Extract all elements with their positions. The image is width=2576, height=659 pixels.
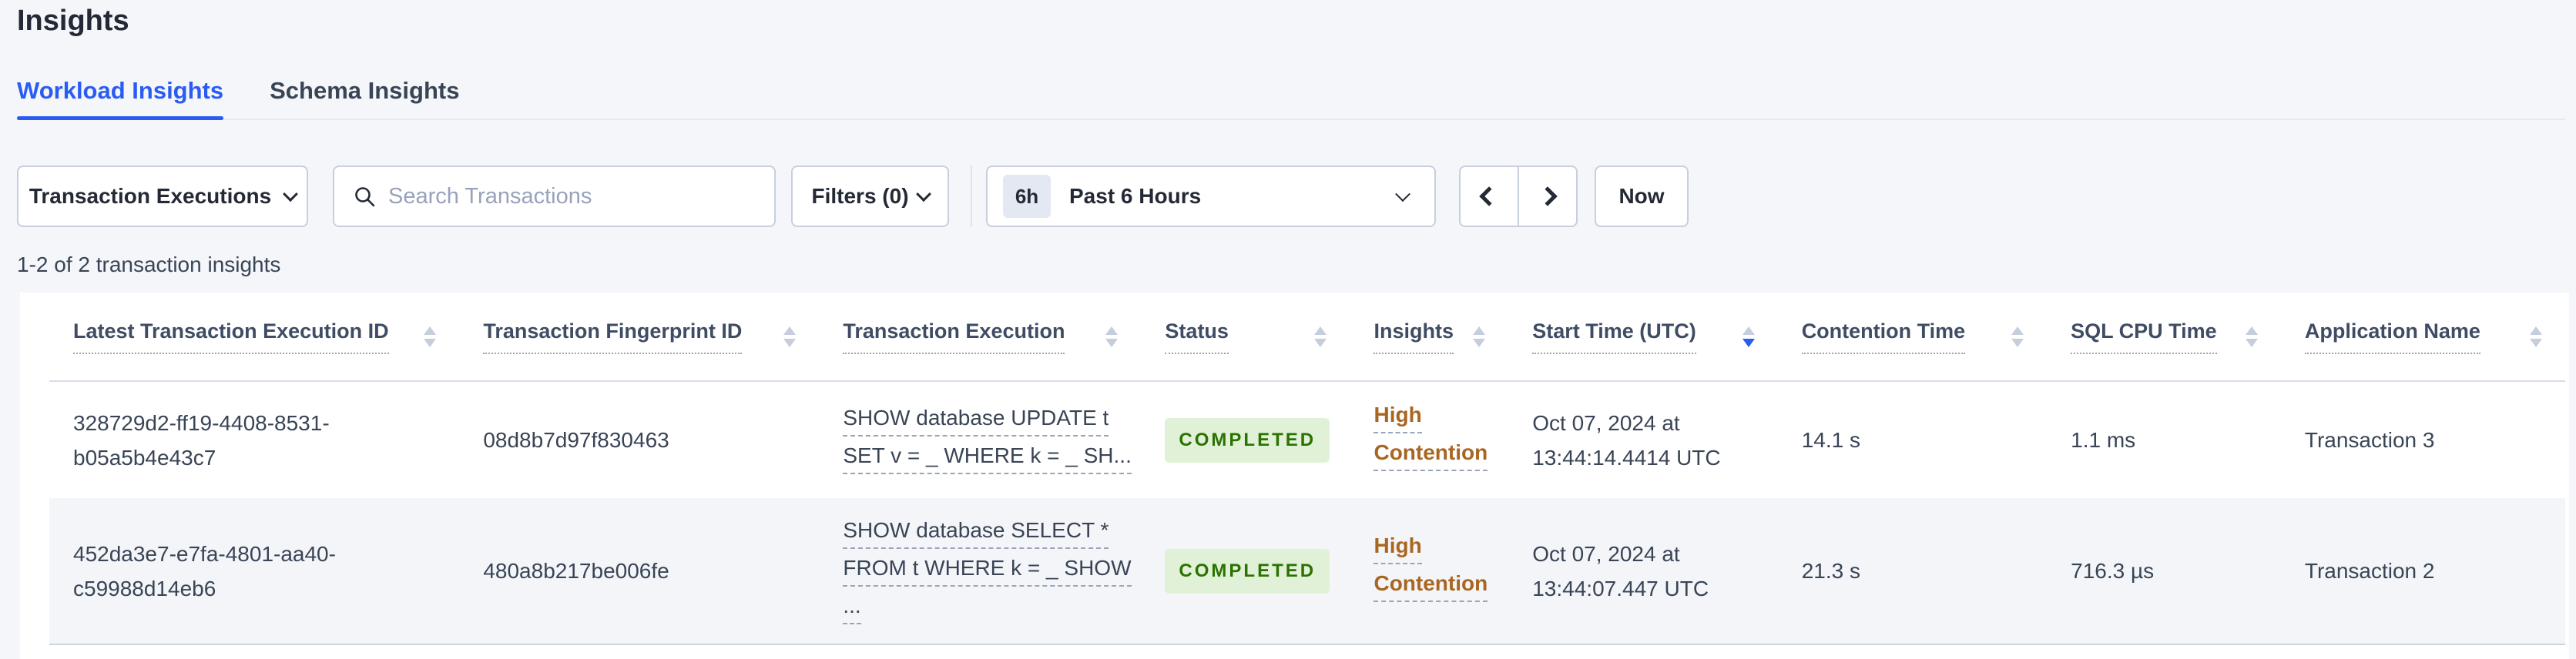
cell-insight-high-contention[interactable]: High Contention [1350, 498, 1509, 645]
chevron-down-icon [283, 186, 299, 202]
time-next-button[interactable] [1518, 166, 1578, 227]
time-range-badge: 6h [1003, 175, 1051, 218]
cell-execution-id: 328729d2-ff19-4408-8531- b05a5b4e43c7 [73, 410, 330, 470]
column-label: Transaction Fingerprint ID [483, 319, 743, 354]
cell-sql-cpu-time: 716.3 µs [2047, 498, 2281, 645]
column-label: Start Time (UTC) [1532, 319, 1696, 354]
cell-execution-id: 452da3e7-e7fa-4801-aa40- c59988d14eb6 [49, 498, 460, 645]
table-row: 328729d2-ff19-4408-8531- b05a5b4e43c7 08… [49, 381, 2565, 498]
filters-label: Filters (0) [811, 184, 909, 208]
status-badge: COMPLETED [1165, 548, 1330, 594]
now-button[interactable]: Now [1595, 166, 1689, 227]
search-input[interactable] [388, 183, 759, 209]
column-header-application-name[interactable]: Application Name [2280, 293, 2565, 382]
column-label: Latest Transaction Execution ID [73, 319, 389, 354]
cell-status: COMPLETED [1141, 381, 1350, 498]
column-header-status[interactable]: Status [1141, 293, 1350, 382]
cell-sql-cpu-time: 1.1 ms [2071, 427, 2136, 452]
time-nav [1459, 166, 1578, 227]
results-count: 1-2 of 2 transaction insights [17, 253, 281, 276]
column-label: Transaction Execution [843, 319, 1065, 354]
sort-caret-icon[interactable] [2530, 326, 2542, 347]
sort-caret-icon[interactable] [2245, 326, 2258, 347]
execution-type-select[interactable]: Transaction Executions [17, 166, 308, 227]
filters-button[interactable]: Filters (0) [791, 166, 949, 227]
column-label: Application Name [2304, 319, 2480, 354]
cell-contention-time: 14.1 s [1801, 427, 1860, 452]
time-prev-button[interactable] [1459, 166, 1518, 227]
cell-application-name: Transaction 3 [2304, 427, 2435, 452]
page-title: Insights [17, 5, 129, 37]
chevron-left-icon [1479, 186, 1499, 206]
column-label: Contention Time [1801, 319, 1966, 354]
time-range-picker[interactable]: 6h Past 6 Hours [986, 166, 1436, 227]
sort-caret-icon-active-desc[interactable] [1742, 326, 1755, 347]
chevron-right-icon [1538, 186, 1558, 206]
column-header-latest-transaction-execution-id[interactable]: Latest Transaction Execution ID [49, 293, 460, 382]
column-header-transaction-execution[interactable]: Transaction Execution [819, 293, 1142, 382]
insights-table: Latest Transaction Execution ID Transact… [49, 293, 2565, 645]
column-header-start-time[interactable]: Start Time (UTC) [1508, 293, 1778, 382]
table-row: 452da3e7-e7fa-4801-aa40- c59988d14eb6 48… [49, 498, 2565, 645]
cell-fingerprint-id: 480a8b217be006fe [459, 498, 820, 645]
sort-caret-icon[interactable] [1473, 326, 1486, 347]
sort-caret-icon[interactable] [783, 326, 797, 347]
cell-transaction-execution-link[interactable]: SHOW database UPDATE t SET v = _ WHERE k… [819, 381, 1141, 498]
cell-application-name: Transaction 2 [2280, 498, 2565, 645]
execution-type-label: Transaction Executions [29, 184, 272, 208]
toolbar: Transaction Executions Filters (0) 6h Pa… [17, 166, 1689, 227]
insights-page: Insights Workload Insights Schema Insigh… [0, 0, 2576, 659]
column-header-contention-time[interactable]: Contention Time [1777, 293, 2048, 382]
header-row: Latest Transaction Execution ID Transact… [49, 293, 2565, 382]
cell-fingerprint-id: 08d8b7d97f830463 [483, 427, 669, 452]
sort-caret-icon[interactable] [1314, 326, 1327, 347]
sort-caret-icon[interactable] [424, 326, 437, 347]
status-badge: COMPLETED [1165, 417, 1330, 463]
table-card: Latest Transaction Execution ID Transact… [20, 293, 2569, 659]
tab-schema-insights[interactable]: Schema Insights [270, 77, 459, 119]
search-box [333, 166, 776, 227]
toolbar-divider [971, 166, 972, 227]
search-icon [355, 187, 375, 207]
column-label: Insights [1374, 319, 1454, 354]
cell-start-time: Oct 07, 2024 at 13:44:07.447 UTC [1508, 498, 1778, 645]
sort-caret-icon[interactable] [1105, 326, 1119, 347]
cell-start-time: Oct 07, 2024 at 13:44:14.4414 UTC [1532, 410, 1721, 470]
tab-bar: Workload Insights Schema Insights [17, 77, 2565, 120]
column-label: SQL CPU Time [2071, 319, 2217, 354]
cell-contention-time: 21.3 s [1777, 498, 2048, 645]
time-range-label: Past 6 Hours [1069, 184, 1202, 208]
column-label: Status [1165, 319, 1229, 354]
column-header-transaction-fingerprint-id[interactable]: Transaction Fingerprint ID [459, 293, 820, 382]
cell-status: COMPLETED [1141, 498, 1350, 645]
chevron-down-icon [915, 186, 931, 202]
column-header-insights[interactable]: Insights [1350, 293, 1509, 382]
sort-caret-icon[interactable] [2011, 326, 2024, 347]
cell-transaction-execution-link[interactable]: SHOW database SELECT * FROM t WHERE k = … [819, 498, 1142, 645]
chevron-down-icon [1395, 186, 1410, 202]
tab-workload-insights[interactable]: Workload Insights [17, 77, 224, 120]
cell-insight-high-contention[interactable]: High Contention [1350, 381, 1508, 498]
column-header-sql-cpu-time[interactable]: SQL CPU Time [2047, 293, 2281, 382]
